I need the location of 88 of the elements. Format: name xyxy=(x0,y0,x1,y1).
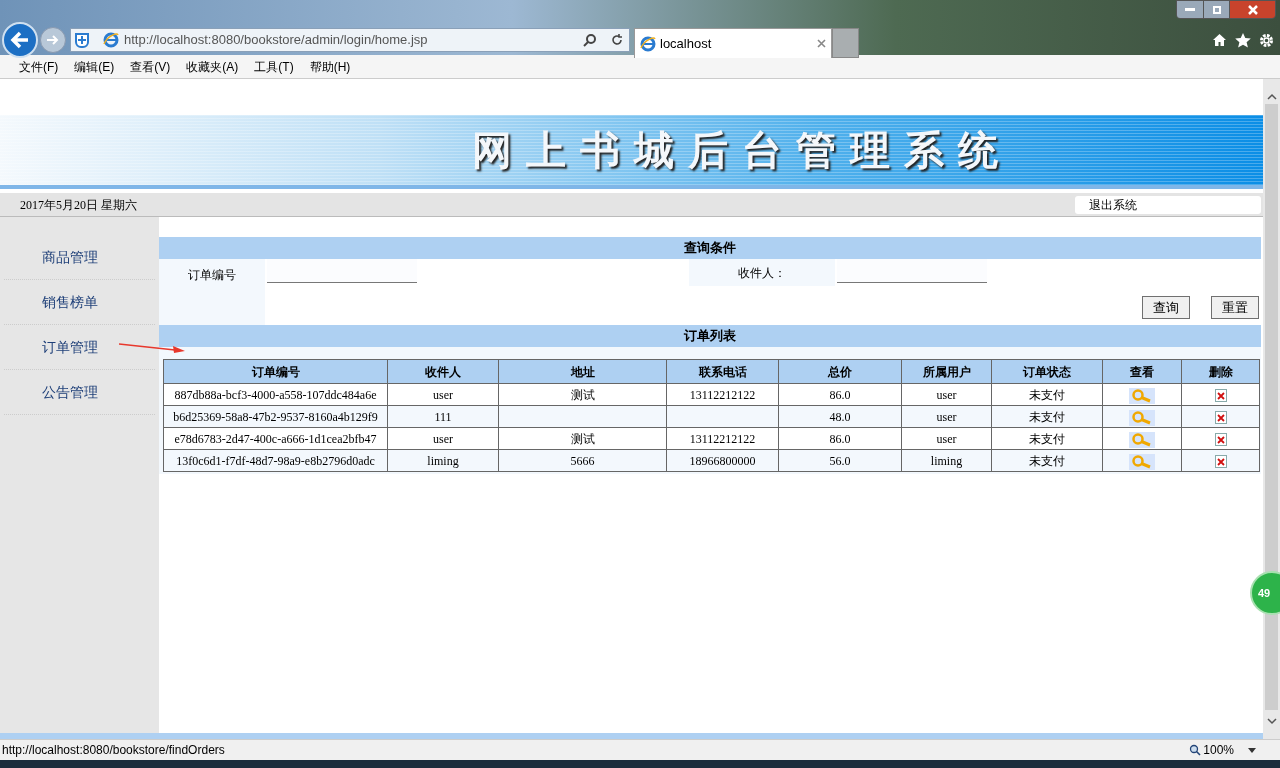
table-cell: e78d6783-2d47-400c-a666-1d1cea2bfb47 xyxy=(163,427,388,450)
annotation-arrow xyxy=(119,342,185,354)
minimize-icon xyxy=(1185,8,1195,11)
table-cell: user xyxy=(901,405,992,428)
section-header: 订单列表 xyxy=(159,325,1261,347)
forward-button[interactable] xyxy=(40,27,66,53)
form-button[interactable]: 查询 xyxy=(1142,296,1190,319)
menu-item[interactable]: 工具(T) xyxy=(254,57,294,76)
menu-item[interactable]: 帮助(H) xyxy=(309,57,351,76)
menu-item[interactable]: 文件(F) xyxy=(19,57,59,76)
column-header: 查看 xyxy=(1102,359,1182,384)
table-cell: 86.0 xyxy=(778,427,902,450)
caret-icon[interactable] xyxy=(1248,747,1256,753)
home-icon[interactable] xyxy=(1212,33,1227,47)
table-cell: 18966800000 xyxy=(666,449,779,472)
column-header: 删除 xyxy=(1181,359,1260,384)
window-controls[interactable] xyxy=(1176,0,1276,19)
table-cell: 48.0 xyxy=(778,405,902,428)
table-cell: 未支付 xyxy=(991,383,1103,406)
table-cell: 未支付 xyxy=(991,427,1103,450)
delete-button[interactable] xyxy=(1214,411,1227,425)
input-field[interactable] xyxy=(267,259,417,283)
input-field[interactable] xyxy=(837,259,987,283)
column-header: 联系电话 xyxy=(666,359,779,384)
table-cell: user xyxy=(387,427,499,450)
menu-item[interactable]: 编辑(E) xyxy=(74,57,115,76)
form-button[interactable]: 重置 xyxy=(1211,296,1259,319)
url-text: http://localhost:8080/bookstore/admin/login/home.jsp xyxy=(124,31,428,50)
browser-tab[interactable]: localhost xyxy=(634,28,832,58)
address-bar[interactable]: http://localhost:8080/bookstore/admin/login/home.jsp xyxy=(70,28,630,52)
close-icon[interactable] xyxy=(817,39,826,48)
table-cell: 13112212122 xyxy=(666,383,779,406)
refresh-icon[interactable] xyxy=(611,34,623,46)
forward-arrow-icon xyxy=(46,34,60,46)
status-url: http://localhost:8080/bookstore/findOrders xyxy=(2,742,225,759)
sidebar-item[interactable]: 销售榜单 xyxy=(42,291,98,313)
table-cell: 887db88a-bcf3-4000-a558-107ddc484a6e xyxy=(163,383,388,406)
zoom-level[interactable]: 100% xyxy=(1203,741,1234,759)
field-label: 收件人： xyxy=(738,264,786,282)
table-cell: liming xyxy=(387,449,499,472)
sidebar-item[interactable]: 订单管理 xyxy=(42,336,98,358)
table-cell: 13112212122 xyxy=(666,427,779,450)
table-cell: 86.0 xyxy=(778,383,902,406)
table-cell: 5666 xyxy=(498,449,667,472)
column-header: 收件人 xyxy=(387,359,499,384)
table-cell: user xyxy=(901,427,992,450)
menu-item[interactable]: 收藏夹(A) xyxy=(186,57,239,76)
section-header: 查询条件 xyxy=(159,237,1261,259)
table-cell: 未支付 xyxy=(991,405,1103,428)
table-cell: b6d25369-58a8-47b2-9537-8160a4b129f9 xyxy=(163,405,388,428)
shield-icon xyxy=(75,32,89,48)
table-cell: user xyxy=(901,383,992,406)
column-header: 订单状态 xyxy=(991,359,1103,384)
delete-button[interactable] xyxy=(1214,433,1227,447)
logout-link[interactable]: 退出系统 xyxy=(1075,195,1261,214)
gear-icon[interactable] xyxy=(1259,32,1274,48)
column-header: 所属用户 xyxy=(901,359,992,384)
back-button[interactable] xyxy=(2,22,38,58)
table-cell: 13f0c6d1-f7df-48d7-98a9-e8b2796d0adc xyxy=(163,449,388,472)
browser-logo-icon xyxy=(640,35,656,52)
zoom-icon xyxy=(1189,744,1202,756)
banner-title: 网上书城后台管理系统 xyxy=(471,125,1012,175)
tab-title: localhost xyxy=(660,34,713,53)
table-cell: 测试 xyxy=(498,427,667,450)
search-icon[interactable] xyxy=(583,33,597,47)
table-cell: 测试 xyxy=(498,383,667,406)
sidebar-item[interactable]: 公告管理 xyxy=(42,381,98,403)
table-cell: 111 xyxy=(387,405,499,428)
close-icon xyxy=(1247,4,1258,15)
table-cell: 56.0 xyxy=(778,449,902,472)
scroll-down-icon[interactable] xyxy=(1266,718,1277,725)
table-cell: liming xyxy=(901,449,992,472)
scroll-up-icon[interactable] xyxy=(1266,93,1277,100)
browser-logo-icon xyxy=(103,32,119,48)
column-header: 地址 xyxy=(498,359,667,384)
table-cell: 未支付 xyxy=(991,449,1103,472)
delete-button[interactable] xyxy=(1214,455,1227,469)
delete-button[interactable] xyxy=(1214,389,1227,403)
star-icon[interactable] xyxy=(1235,32,1251,48)
table-cell: user xyxy=(387,383,499,406)
field-label: 订单编号 xyxy=(188,267,236,284)
date-text: 2017年5月20日 星期六 xyxy=(20,196,137,214)
column-header: 总价 xyxy=(778,359,902,384)
back-arrow-icon xyxy=(10,31,30,49)
menu-item[interactable]: 查看(V) xyxy=(130,57,171,76)
sidebar-item[interactable]: 商品管理 xyxy=(42,246,98,268)
column-header: 订单编号 xyxy=(163,359,388,384)
restore-icon xyxy=(1212,5,1221,14)
